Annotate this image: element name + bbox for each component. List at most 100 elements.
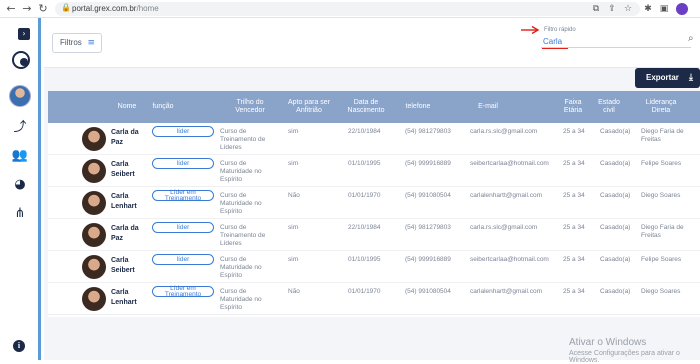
role-badge[interactable]: líder [152, 254, 214, 265]
users-icon[interactable]: 👥 [11, 148, 29, 164]
sidepanel-icon[interactable]: ▣ [658, 3, 670, 15]
table-row[interactable]: Carla da Paz líder Curso de Treinamento de… [48, 219, 700, 251]
cell-estado: Casado(a) [600, 288, 631, 295]
quick-filter-input[interactable] [541, 35, 691, 48]
column-header[interactable]: Faixa Etária [556, 91, 590, 123]
main-content: Filtros ≡ Filtro rápido ⌕ Exportar ⤓ Nom… [44, 18, 700, 364]
avatar [82, 159, 106, 183]
cell-trilho: Curso de Maturidade no Espírito [220, 160, 262, 183]
cell-estado: Casado(a) [600, 160, 631, 167]
column-header[interactable]: função [148, 91, 178, 123]
back-icon[interactable]: ← [4, 2, 18, 16]
cell-estado: Casado(a) [600, 224, 631, 231]
cell-apto: Não [288, 288, 300, 295]
quick-filter-label: Filtro rápido [544, 27, 576, 33]
cell-nascimento: 01/10/1995 [348, 160, 381, 167]
reload-icon[interactable]: ↻ [36, 2, 50, 16]
arrow-annotation-icon [521, 25, 540, 35]
cell-faixa: 25 a 34 [563, 160, 585, 167]
cell-lideranca: Diego Faria de Freitas [641, 128, 684, 143]
cell-email: carlalenhartt@gmail.com [470, 192, 542, 199]
cell-email: carla.rs.slc@gmail.com [470, 224, 538, 231]
translate-icon[interactable]: ⧉ [590, 3, 602, 15]
filters-label: Filtros [60, 38, 82, 47]
sidebar-toggle-button[interactable]: › [18, 28, 30, 40]
avatar [82, 127, 106, 151]
filter-header: Filtros ≡ Filtro rápido ⌕ [44, 18, 700, 68]
member-name: Carla da Paz [111, 129, 139, 146]
member-name: Carla Lenhart [111, 193, 137, 210]
info-icon[interactable]: i [13, 340, 25, 352]
cell-estado: Casado(a) [600, 192, 631, 199]
column-header[interactable]: Nome [106, 91, 148, 123]
column-header[interactable]: Data de Nascimento [342, 91, 390, 123]
column-header[interactable]: telefone [398, 91, 438, 123]
url-host: portal.grex.com.br [72, 4, 137, 13]
role-badge[interactable]: líder [152, 126, 214, 137]
cell-trilho: Curso de Treinamento de Líderes [220, 128, 266, 151]
star-icon[interactable]: ☆ [622, 3, 634, 15]
export-label: Exportar [646, 73, 679, 82]
member-name: Carla Seibert [111, 257, 135, 274]
cell-trilho: Curso de Maturidade no Espírito [220, 192, 262, 215]
cell-telefone: (54) 981279803 [405, 128, 451, 135]
avatar[interactable] [9, 85, 31, 107]
table-row[interactable]: Carla da Paz líder Curso de Treinamento de… [48, 123, 700, 155]
cell-estado: Casado(a) [600, 256, 631, 263]
filter-icon: ≡ [87, 38, 95, 48]
cell-telefone: (54) 991080504 [405, 288, 451, 295]
column-header[interactable]: Apto para ser Anfitrião [282, 91, 336, 123]
table-row[interactable]: Carla Lenhart Líder em Treinamento Curso d… [48, 187, 700, 219]
cell-nascimento: 22/10/1984 [348, 224, 381, 231]
cell-estado: Casado(a) [600, 128, 631, 135]
share-icon[interactable]: ⇪ [606, 3, 618, 15]
table-row[interactable]: Carla Seibert líder Curso de Maturidade no… [48, 155, 700, 187]
export-button[interactable]: Exportar ⤓ [635, 68, 700, 88]
cell-trilho: Curso de Treinamento de Líderes [220, 224, 266, 247]
address-bar[interactable]: 🔒 portal.grex.com.br/home [55, 2, 640, 16]
cell-email: carla.rs.slc@gmail.com [470, 128, 538, 135]
table-row[interactable]: Carla Lenhart Líder em Treinamento Curso d… [48, 283, 700, 315]
column-header[interactable]: E-mail [468, 91, 508, 123]
column-header[interactable]: Estado civil [594, 91, 624, 123]
pie-chart-icon[interactable]: ◕ [11, 177, 29, 193]
member-name: Carla Seibert [111, 161, 135, 178]
windows-watermark-subtitle: Acesse Configurações para ativar o Windo… [569, 350, 680, 364]
cell-trilho: Curso de Maturidade no Espírito [220, 256, 262, 279]
cell-lideranca: Felipe Soares [641, 160, 682, 167]
cell-nascimento: 01/01/1970 [348, 192, 381, 199]
profile-avatar[interactable] [676, 3, 688, 15]
role-badge[interactable]: Líder em Treinamento [152, 189, 214, 201]
cell-telefone: (54) 981279803 [405, 224, 451, 231]
underline-annotation [542, 48, 568, 49]
cell-faixa: 25 a 34 [563, 128, 585, 135]
cell-lideranca: Diego Faria de Freitas [641, 224, 684, 239]
cell-lideranca: Felipe Soares [641, 256, 682, 263]
browser-toolbar: ← → ↻ 🔒 portal.grex.com.br/home ⧉ ⇪ ☆ ✱ … [0, 0, 700, 18]
role-badge[interactable]: líder [152, 222, 214, 233]
cell-nascimento: 01/10/1995 [348, 256, 381, 263]
search-icon[interactable]: ⌕ [688, 33, 694, 44]
network-icon[interactable]: ⋔ [11, 206, 29, 222]
cell-faixa: 25 a 34 [563, 192, 585, 199]
column-header[interactable]: Liderança Direta [636, 91, 686, 123]
role-badge[interactable]: Líder em Treinamento [152, 285, 214, 297]
member-name: Carla Lenhart [111, 289, 137, 306]
column-header[interactable]: Trilho do Vencedor [226, 91, 274, 123]
cell-email: seibertcarlaa@hotmail.com [470, 256, 549, 263]
role-badge[interactable]: líder [152, 158, 214, 169]
cell-telefone: (54) 991080504 [405, 192, 451, 199]
trending-icon[interactable]: ⤴ [11, 120, 29, 136]
lock-icon: 🔒 [61, 3, 71, 12]
app-logo [12, 51, 30, 69]
forward-icon[interactable]: → [20, 2, 34, 16]
members-table: Nome função Trilho do Vencedor Apto para… [48, 91, 700, 317]
table-row[interactable]: Carla Seibert líder Curso de Maturidade no… [48, 251, 700, 283]
avatar [82, 287, 106, 311]
cell-faixa: 25 a 34 [563, 256, 585, 263]
cell-faixa: 25 a 34 [563, 288, 585, 295]
cell-email: carlalenhartt@gmail.com [470, 288, 542, 295]
filters-button[interactable]: Filtros ≡ [52, 33, 102, 53]
extensions-icon[interactable]: ✱ [642, 3, 654, 15]
cell-lideranca: Diego Soares [641, 192, 681, 199]
